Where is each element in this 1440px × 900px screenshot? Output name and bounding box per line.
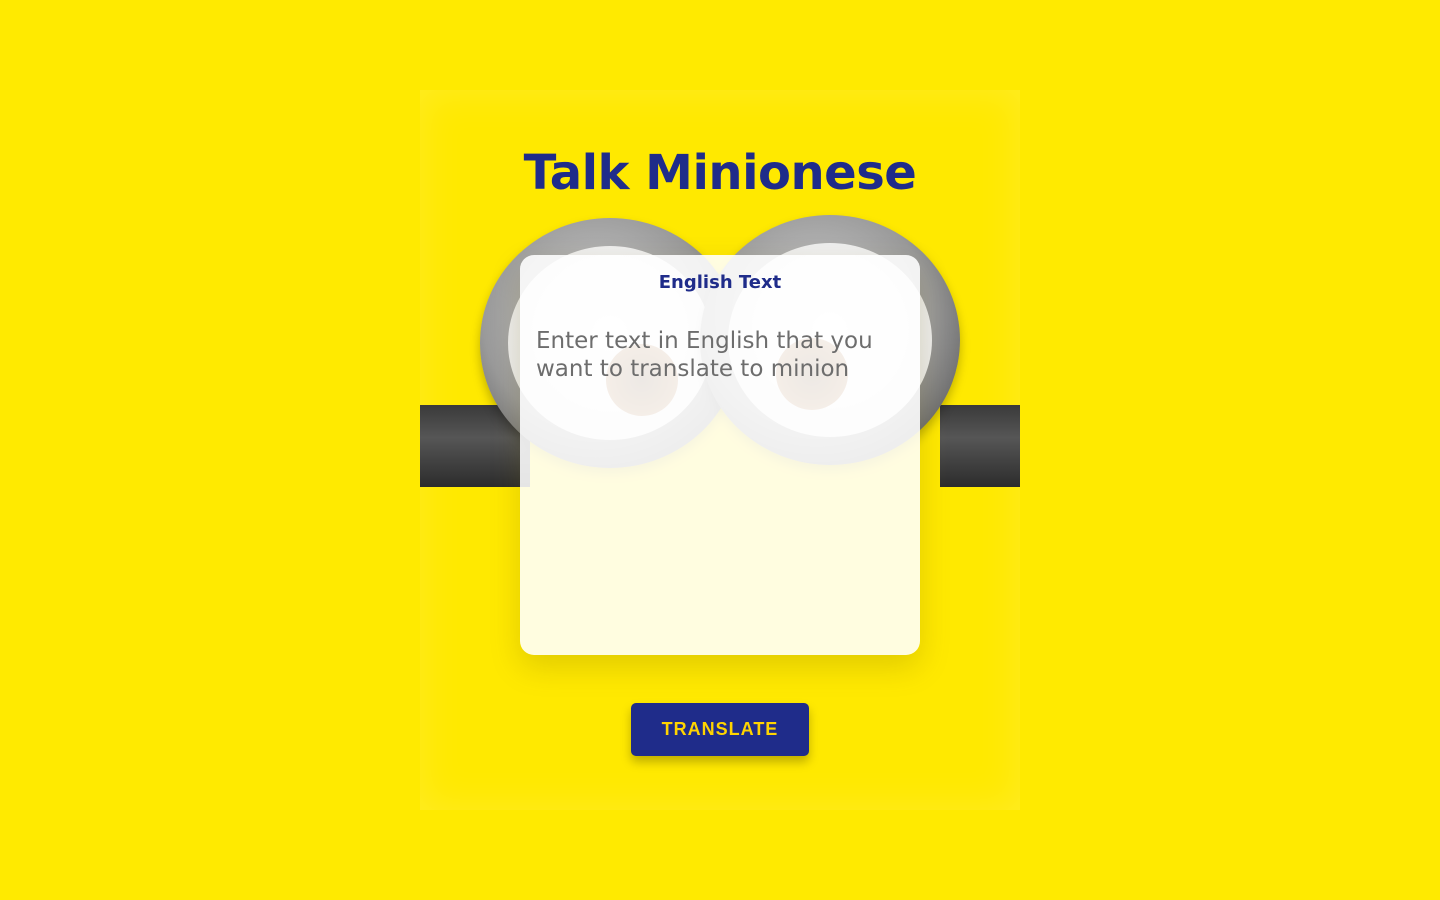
page-title: Talk Minionese bbox=[523, 145, 917, 201]
input-card: English Text bbox=[520, 255, 920, 655]
input-label: English Text bbox=[658, 272, 782, 293]
goggle-strap-right bbox=[940, 405, 1020, 487]
translate-button[interactable]: TRANSLATE bbox=[631, 703, 809, 756]
english-text-input[interactable] bbox=[536, 327, 906, 637]
page: Talk Minionese English Text TRANSLATE bbox=[0, 0, 1440, 900]
